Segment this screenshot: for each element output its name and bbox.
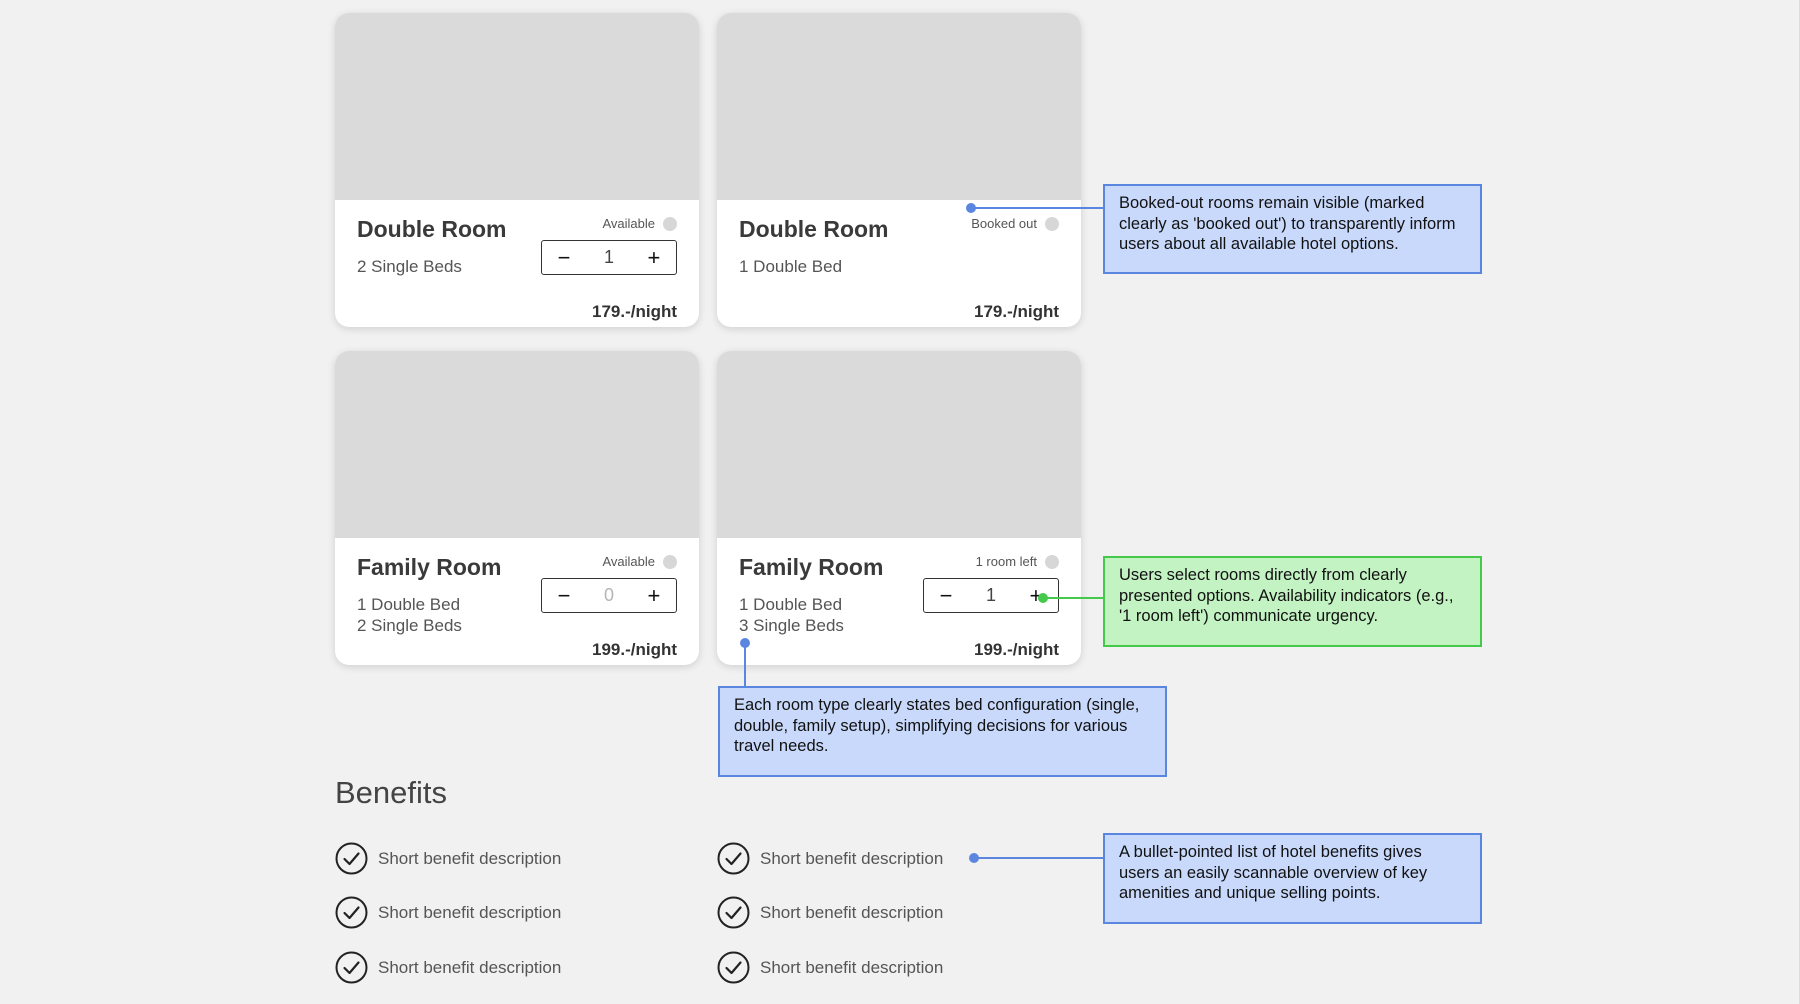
benefit-text: Short benefit description bbox=[760, 957, 944, 977]
room-card-double-booked-out: Double Room 1 Double Bed Booked out 179.… bbox=[717, 13, 1081, 327]
status-dot-icon bbox=[663, 554, 677, 569]
bed-line: 2 Single Beds bbox=[357, 257, 462, 276]
room-card-double-2-single: Double Room 2 Single Beds Available − 1 … bbox=[335, 13, 699, 327]
benefit-item: Short benefit description bbox=[335, 951, 561, 984]
availability-status: 1 room left bbox=[976, 554, 1059, 569]
room-title: Double Room bbox=[739, 216, 889, 242]
check-circle-icon bbox=[717, 951, 750, 984]
room-quantity-stepper: − 1 + bbox=[541, 240, 677, 275]
room-bed-configuration: 2 Single Beds bbox=[357, 256, 462, 277]
quantity-value: 0 bbox=[603, 585, 614, 605]
annotation-connector bbox=[744, 643, 746, 688]
room-price: 179.-/night bbox=[591, 302, 677, 321]
check-circle-icon bbox=[335, 951, 368, 984]
check-circle-icon bbox=[335, 842, 368, 875]
benefit-text: Short benefit description bbox=[760, 848, 944, 868]
benefit-text: Short benefit description bbox=[378, 957, 562, 977]
decrement-button[interactable]: − bbox=[556, 246, 572, 269]
room-quantity-stepper: − 0 + bbox=[541, 578, 677, 613]
status-label: 1 room left bbox=[975, 554, 1037, 569]
annotation-connector bbox=[974, 857, 1104, 859]
increment-button[interactable]: + bbox=[646, 246, 662, 269]
annotation-bed-configuration: Each room type clearly states bed config… bbox=[718, 686, 1167, 777]
bed-line: 1 Double Bed bbox=[739, 595, 843, 614]
bed-line: 1 Double Bed bbox=[739, 257, 843, 276]
benefit-text: Short benefit description bbox=[378, 848, 562, 868]
increment-button[interactable]: + bbox=[646, 584, 662, 607]
decrement-button[interactable]: − bbox=[556, 584, 572, 607]
room-title: Family Room bbox=[357, 554, 502, 580]
room-image-placeholder bbox=[335, 13, 699, 200]
decrement-button[interactable]: − bbox=[938, 584, 954, 607]
annotation-room-selection: Users select rooms directly from clearly… bbox=[1103, 556, 1482, 647]
benefit-item: Short benefit description bbox=[717, 951, 943, 984]
availability-status: Booked out bbox=[971, 216, 1059, 231]
room-card-family-3-single: Family Room 1 Double Bed 3 Single Beds 1… bbox=[717, 351, 1081, 665]
quantity-value: 1 bbox=[603, 247, 614, 267]
status-dot-icon bbox=[1045, 216, 1059, 231]
quantity-value: 1 bbox=[985, 585, 996, 605]
annotation-connector bbox=[1043, 597, 1104, 599]
status-dot-icon bbox=[663, 216, 677, 231]
room-title: Family Room bbox=[739, 554, 884, 580]
room-image-placeholder bbox=[335, 351, 699, 538]
status-label: Booked out bbox=[971, 216, 1037, 231]
room-price: 179.-/night bbox=[973, 302, 1059, 321]
benefit-item: Short benefit description bbox=[335, 896, 561, 929]
annotation-benefits: A bullet-pointed list of hotel benefits … bbox=[1103, 833, 1482, 924]
benefit-text: Short benefit description bbox=[378, 902, 562, 922]
room-image-placeholder bbox=[717, 351, 1081, 538]
availability-status: Available bbox=[602, 554, 677, 569]
room-price: 199.-/night bbox=[591, 640, 677, 659]
status-label: Available bbox=[602, 554, 655, 569]
check-circle-icon bbox=[335, 896, 368, 929]
annotation-booked-out: Booked-out rooms remain visible (marked … bbox=[1103, 184, 1482, 274]
availability-status: Available bbox=[602, 216, 677, 231]
check-circle-icon bbox=[717, 842, 750, 875]
room-bed-configuration: 1 Double Bed 3 Single Beds bbox=[739, 594, 844, 636]
benefits-heading: Benefits bbox=[335, 775, 448, 810]
room-image-placeholder bbox=[717, 13, 1081, 200]
status-dot-icon bbox=[1045, 554, 1059, 569]
room-price: 199.-/night bbox=[973, 640, 1059, 659]
check-circle-icon bbox=[717, 896, 750, 929]
benefit-item: Short benefit description bbox=[717, 896, 943, 929]
bed-line: 1 Double Bed bbox=[357, 595, 461, 614]
room-card-family-2-single: Family Room 1 Double Bed 2 Single Beds A… bbox=[335, 351, 699, 665]
bed-line: 3 Single Beds bbox=[739, 616, 844, 635]
annotation-connector bbox=[971, 207, 1104, 209]
room-bed-configuration: 1 Double Bed 2 Single Beds bbox=[357, 594, 462, 636]
status-label: Available bbox=[602, 216, 655, 231]
bed-line: 2 Single Beds bbox=[357, 616, 462, 635]
benefit-item: Short benefit description bbox=[335, 842, 561, 875]
benefit-item: Short benefit description bbox=[717, 842, 943, 875]
benefit-text: Short benefit description bbox=[760, 902, 944, 922]
room-title: Double Room bbox=[357, 216, 507, 242]
room-bed-configuration: 1 Double Bed bbox=[739, 256, 842, 277]
